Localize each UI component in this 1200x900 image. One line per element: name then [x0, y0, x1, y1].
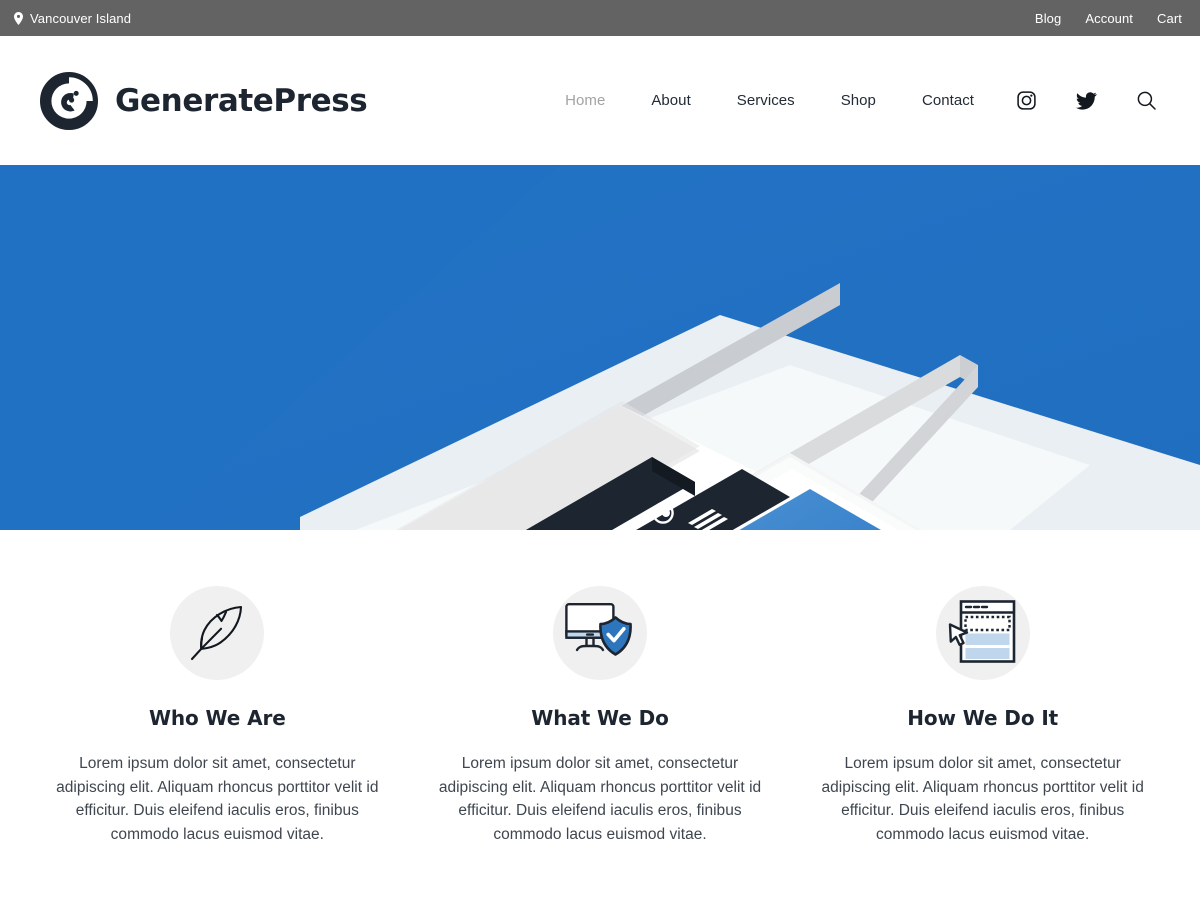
feature-title: How We Do It [907, 706, 1059, 730]
nav-link-home[interactable]: Home [542, 92, 628, 109]
feature-icon-circle [553, 586, 647, 680]
nav-link-services[interactable]: Services [714, 92, 818, 109]
nav-link-contact[interactable]: Contact [899, 92, 997, 109]
instagram-icon[interactable] [997, 91, 1056, 110]
monitor-shield-check-icon [564, 601, 636, 665]
top-bar-link-blog[interactable]: Blog [1035, 11, 1061, 26]
location-label: Vancouver Island [30, 10, 132, 26]
map-pin-icon [14, 11, 23, 25]
top-bar-location: Vancouver Island [14, 11, 131, 26]
site-title: GeneratePress [115, 82, 368, 119]
feature-description: Lorem ipsum dolor sit amet, consectetur … [56, 755, 379, 843]
nav-link-shop[interactable]: Shop [818, 92, 899, 109]
feature-column-what-we-do: What We Do Lorem ipsum dolor sit amet, c… [409, 586, 792, 846]
twitter-icon[interactable] [1056, 91, 1117, 110]
site-header: GeneratePress Home About Services Shop C… [0, 36, 1200, 165]
feature-description: Lorem ipsum dolor sit amet, consectetur … [438, 755, 762, 843]
nav-link-about[interactable]: About [628, 92, 713, 109]
site-branding[interactable]: GeneratePress [40, 71, 368, 130]
search-icon[interactable] [1117, 91, 1160, 110]
feature-title: What We Do [531, 706, 669, 730]
feather-quill-icon [186, 602, 248, 664]
top-bar: Vancouver Island Blog Account Cart [0, 0, 1200, 36]
feature-icon-circle [170, 586, 265, 680]
feature-icon-circle [935, 586, 1030, 680]
hero-banner [0, 165, 1200, 530]
feature-title: Who We Are [148, 706, 286, 730]
hero-illustration [0, 165, 1200, 530]
features-section: Who We Are Lorem ipsum dolor sit amet, c… [0, 530, 1200, 846]
primary-navigation: Home About Services Shop Contact [542, 91, 1160, 110]
feature-description: Lorem ipsum dolor sit amet, consectetur … [821, 755, 1144, 843]
top-bar-link-cart[interactable]: Cart [1157, 11, 1182, 26]
feature-column-how-we-do-it: How We Do It Lorem ipsum dolor sit amet,… [791, 586, 1174, 846]
top-bar-link-account[interactable]: Account [1085, 11, 1133, 26]
generatepress-logo-icon [40, 71, 98, 130]
top-bar-links: Blog Account Cart [1035, 11, 1182, 26]
browser-cursor-select-icon [948, 599, 1018, 667]
feature-column-who-we-are: Who We Are Lorem ipsum dolor sit amet, c… [26, 586, 409, 846]
